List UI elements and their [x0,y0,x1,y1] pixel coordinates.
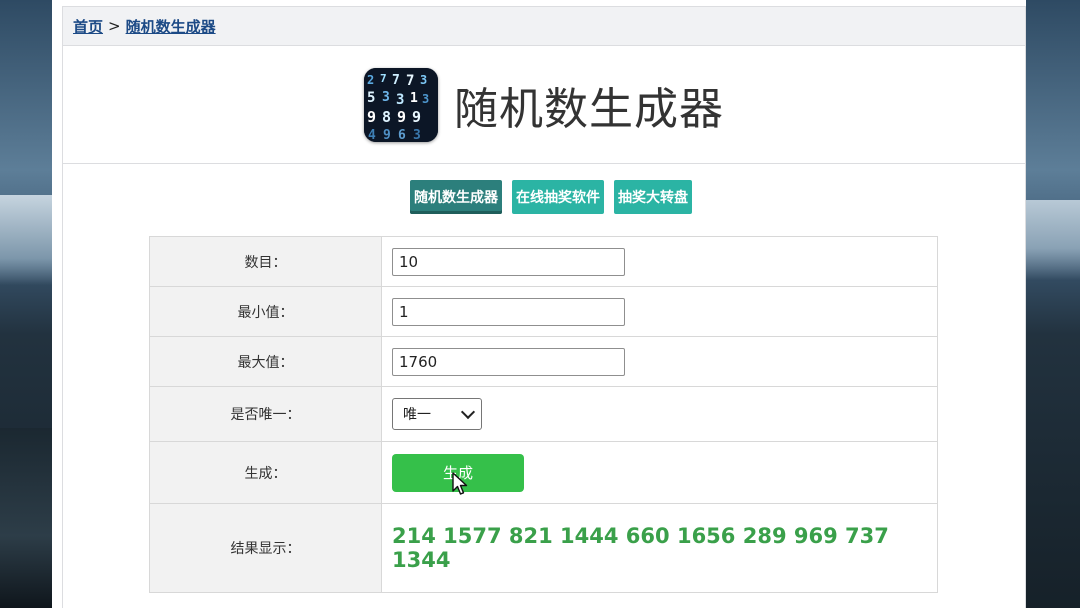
generate-button[interactable]: 生成 [392,453,524,495]
chevron-down-icon [460,404,476,419]
breadcrumb-home-link[interactable]: 首页 [73,16,103,37]
svg-text:9: 9 [383,128,391,142]
min-input[interactable] [392,297,625,326]
svg-text:7: 7 [380,72,387,85]
svg-text:7: 7 [392,73,400,88]
svg-text:7: 7 [406,73,414,89]
form-row-generate: 生成： 生成 [149,441,938,504]
unique-select[interactable]: 唯一 [392,398,482,430]
svg-text:5: 5 [367,90,375,106]
svg-text:8: 8 [382,108,391,126]
max-label: 最大值： [149,336,382,387]
svg-text:3: 3 [413,128,421,142]
main-content: 随机数生成器 在线抽奖软件 抽奖大转盘 数目： 最小值： 最大值： [62,164,1026,608]
page-title: 随机数生成器 [454,83,724,135]
form-row-min: 最小值： [149,286,938,337]
background-right [1026,0,1080,608]
svg-text:9: 9 [367,108,376,126]
breadcrumb: 首页 > 随机数生成器 [62,6,1026,46]
min-label: 最小值： [149,286,382,337]
page: 首页 > 随机数生成器 2 7 7 7 3 5 3 3 1 3 9 8 9 9 … [52,0,1026,608]
breadcrumb-current-link[interactable]: 随机数生成器 [126,16,216,37]
svg-text:3: 3 [422,92,429,106]
form-row-count: 数目： [149,236,938,287]
generator-form: 数目： 最小值： 最大值： 是否唯一： [149,236,938,593]
breadcrumb-separator: > [108,17,121,35]
unique-select-value: 唯一 [403,407,431,423]
tool-nav: 随机数生成器 在线抽奖软件 抽奖大转盘 [63,180,1025,214]
nav-online-lottery[interactable]: 在线抽奖软件 [512,180,604,214]
matrix-numbers-icon: 2 7 7 7 3 5 3 3 1 3 9 8 9 9 4 9 6 3 [364,67,438,142]
result-output: 214 1577 821 1444 660 1656 289 969 737 1… [392,524,889,572]
background-left [0,0,52,608]
mouse-cursor-icon [452,471,468,495]
svg-text:1: 1 [410,91,418,106]
count-label: 数目： [149,236,382,287]
unique-label: 是否唯一： [149,386,382,442]
max-input[interactable] [392,347,625,376]
generate-label: 生成： [149,441,382,504]
result-label: 结果显示： [149,503,382,593]
form-row-result: 结果显示： 214 1577 821 1444 660 1656 289 969… [149,503,938,593]
form-row-max: 最大值： [149,336,938,387]
svg-text:6: 6 [398,128,406,142]
svg-text:3: 3 [382,90,390,105]
nav-random-number-generator[interactable]: 随机数生成器 [410,180,502,214]
svg-text:3: 3 [420,73,427,87]
svg-text:2: 2 [367,73,374,87]
svg-text:3: 3 [396,92,404,108]
form-row-unique: 是否唯一： 唯一 [149,386,938,442]
count-input[interactable] [392,247,625,276]
svg-text:4: 4 [368,128,376,142]
page-header: 2 7 7 7 3 5 3 3 1 3 9 8 9 9 4 9 6 3 随机数生… [62,46,1026,164]
svg-text:9: 9 [412,108,421,126]
nav-lottery-wheel[interactable]: 抽奖大转盘 [614,180,692,214]
svg-text:9: 9 [397,108,406,126]
